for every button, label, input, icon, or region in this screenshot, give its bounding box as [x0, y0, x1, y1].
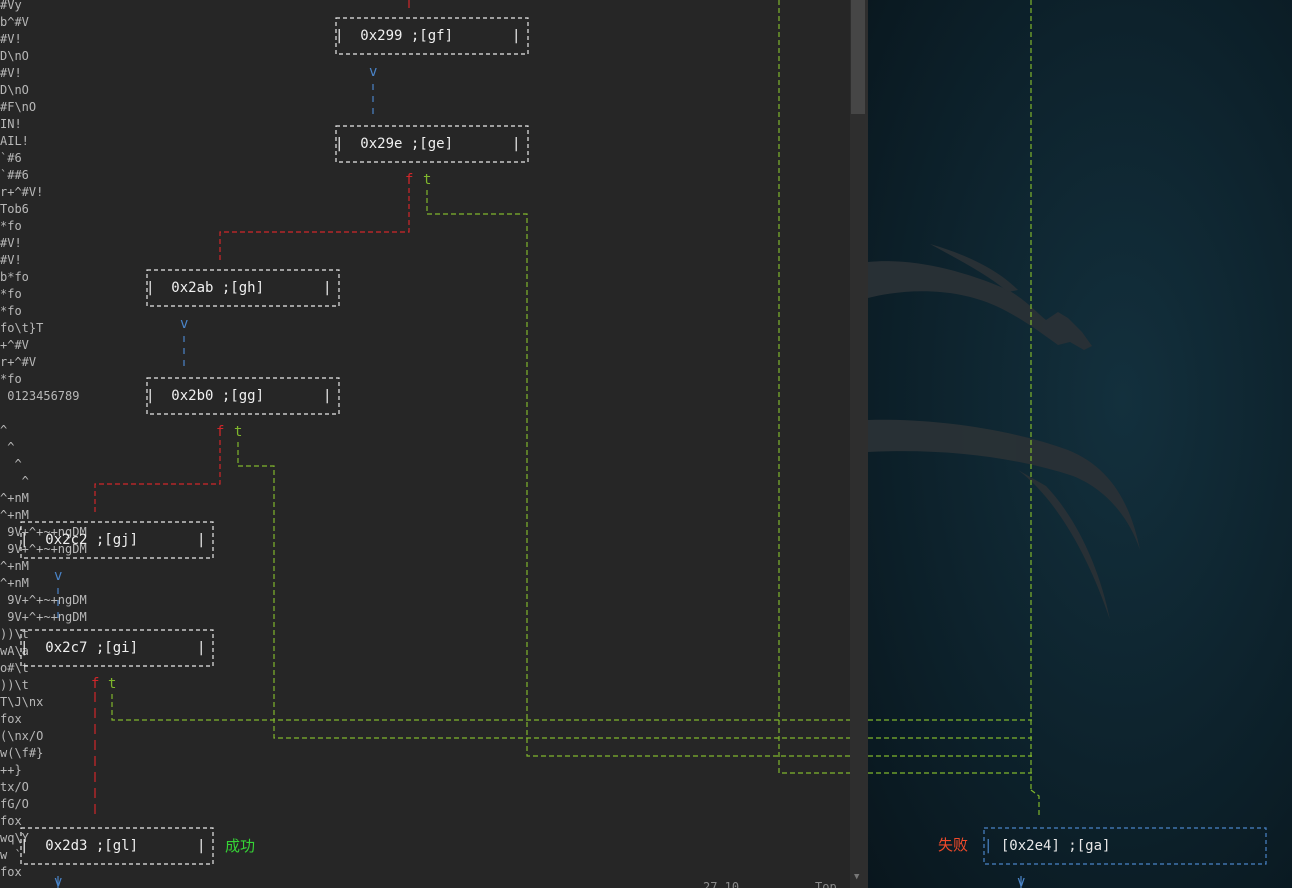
true-label-2b0: t	[234, 424, 243, 440]
node-0x299[interactable]: | 0x299 ;[gf] |	[335, 27, 520, 45]
desk-graph-edges	[868, 0, 1267, 888]
node-0x2d3-label: 0x2d3 ;[gl]	[45, 838, 139, 854]
status-position: 27,10	[703, 880, 740, 888]
node-0x29e[interactable]: | 0x29e ;[ge] |	[335, 135, 520, 153]
node-0x2e4[interactable]: | [0x2e4] ;[ga]	[984, 837, 1110, 855]
node-0x2c7-label: 0x2c7 ;[gi]	[45, 640, 139, 656]
success-label: 成功	[225, 837, 256, 855]
next-label-2c2: v	[54, 568, 63, 584]
desktop-background: 失败 | [0x2e4] ;[ga] v	[868, 0, 1292, 888]
status-scroll: Top	[815, 880, 837, 888]
terminal-pane[interactable]: #Vy b^#V #V! D\nO #V! D\nO #F\nO IN! AIL! `#6 `##6…	[0, 0, 850, 888]
node-0x2d3[interactable]: | 0x2d3 ;[gl] |	[20, 837, 205, 855]
vertical-scrollbar[interactable]: ▼	[850, 0, 868, 888]
node-0x2e4-label: [0x2e4] ;[ga]	[1000, 838, 1111, 854]
node-0x2ab[interactable]: | 0x2ab ;[gh] |	[146, 279, 331, 297]
next-label-2d3: v	[54, 874, 63, 888]
node-0x299-label: 0x299 ;[gf]	[360, 28, 454, 44]
next-label-2e4: v	[1017, 874, 1026, 888]
edge-right-column	[778, 0, 850, 774]
scrollbar-thumb[interactable]	[851, 0, 865, 114]
node-0x2b0[interactable]: | 0x2b0 ;[gg] |	[146, 387, 331, 405]
failure-label: 失败	[938, 836, 969, 854]
node-0x2ab-label: 0x2ab ;[gh]	[171, 280, 265, 296]
false-label-29e: f	[405, 172, 414, 188]
node-0x2c7[interactable]: | 0x2c7 ;[gi] |	[20, 639, 205, 657]
true-label-2c7: t	[108, 676, 117, 692]
next-label-2ab: v	[180, 316, 189, 332]
true-label-29e: t	[423, 172, 432, 188]
node-0x29e-label: 0x29e ;[ge]	[360, 136, 454, 152]
edge-true-2c7	[111, 694, 850, 721]
false-label-2b0: f	[216, 424, 225, 440]
node-0x2b0-label: 0x2b0 ;[gg]	[171, 388, 265, 404]
node-0x2c2[interactable]: | 0x2c2 ;[gj] |	[20, 531, 205, 549]
edge-true-29e	[426, 190, 850, 757]
false-label-2c7: f	[91, 676, 100, 692]
scroll-down-arrow-icon[interactable]: ▼	[854, 872, 859, 882]
graph-edges	[20, 0, 850, 888]
node-0x2c2-label: 0x2c2 ;[gj]	[45, 532, 139, 548]
next-label-299: v	[369, 64, 378, 80]
edge-true-2b0	[237, 442, 850, 739]
edge-false-29e	[219, 188, 410, 260]
edge-false-2b0	[94, 440, 221, 512]
